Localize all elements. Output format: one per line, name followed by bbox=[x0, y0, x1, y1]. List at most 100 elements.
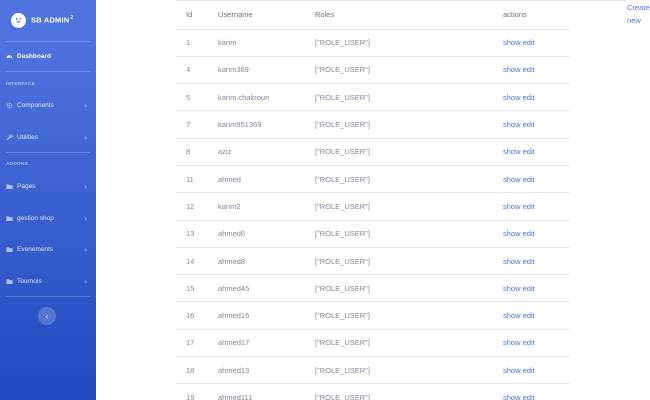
cell-actions: show edit bbox=[493, 110, 570, 139]
folder-icon bbox=[6, 215, 13, 222]
edit-link[interactable]: edit bbox=[523, 311, 535, 320]
cell-roles: ["ROLE_USER"] bbox=[305, 56, 493, 85]
cell-id: 8 bbox=[176, 138, 208, 166]
cell-username: ahmed8 bbox=[208, 247, 305, 276]
table-row: 4 karim369 ["ROLE_USER"] show edit bbox=[176, 56, 570, 85]
show-link[interactable]: show bbox=[503, 175, 521, 184]
sidebar-heading-addons: Addons bbox=[6, 162, 28, 167]
sidebar-item-pages[interactable]: Pages › bbox=[0, 179, 96, 193]
column-header-actions: actions bbox=[493, 0, 570, 30]
edit-link[interactable]: edit bbox=[523, 147, 535, 156]
chevron-right-icon: › bbox=[84, 276, 87, 286]
show-link[interactable]: show bbox=[503, 147, 521, 156]
chevron-right-icon: › bbox=[84, 244, 87, 254]
edit-link[interactable]: edit bbox=[523, 38, 535, 47]
sidebar-item-label: Components bbox=[17, 101, 54, 109]
edit-link[interactable]: edit bbox=[523, 366, 535, 375]
show-link[interactable]: show bbox=[503, 393, 521, 400]
chevron-right-icon: › bbox=[84, 213, 87, 223]
cell-roles: ["ROLE_USER"] bbox=[305, 247, 493, 276]
show-link[interactable]: show bbox=[503, 202, 521, 211]
chevron-right-icon: › bbox=[84, 100, 87, 110]
sidebar-brand[interactable]: SB ADMIN2 bbox=[0, 0, 96, 40]
cell-actions: show edit bbox=[493, 329, 570, 358]
sidebar-item-components[interactable]: Components › bbox=[0, 98, 96, 112]
sidebar-item-label: Dashboard bbox=[17, 52, 51, 60]
table-row: 5 karim.chakroun ["ROLE_USER"] show edit bbox=[176, 83, 570, 112]
edit-link[interactable]: edit bbox=[523, 338, 535, 347]
show-link[interactable]: show bbox=[503, 93, 521, 102]
cell-roles: ["ROLE_USER"] bbox=[305, 83, 493, 112]
edit-link[interactable]: edit bbox=[523, 175, 535, 184]
cell-roles: ["ROLE_USER"] bbox=[305, 356, 493, 385]
column-header-roles: Roles bbox=[305, 0, 493, 30]
show-link[interactable]: show bbox=[503, 284, 521, 293]
edit-link[interactable]: edit bbox=[523, 120, 535, 129]
cell-username: ahmed6 bbox=[208, 220, 305, 248]
edit-link[interactable]: edit bbox=[523, 202, 535, 211]
column-header-username: Username bbox=[208, 0, 305, 30]
cell-username: ahmed bbox=[208, 165, 305, 194]
chevron-left-icon: ‹ bbox=[45, 311, 49, 321]
cell-actions: show edit bbox=[493, 220, 570, 248]
edit-link[interactable]: edit bbox=[523, 229, 535, 238]
cell-username: karim951369 bbox=[208, 110, 305, 139]
cell-actions: show edit bbox=[493, 247, 570, 276]
show-link[interactable]: show bbox=[503, 366, 521, 375]
cell-username: karim2 bbox=[208, 192, 305, 221]
sidebar-item-evenements[interactable]: Evenements › bbox=[0, 242, 96, 256]
table-body: 1 karim ["ROLE_USER"] show edit 4 karim369 ["R… bbox=[176, 29, 570, 400]
cell-id: 16 bbox=[176, 301, 208, 330]
table-row: 14 ahmed8 ["ROLE_USER"] show edit bbox=[176, 247, 570, 276]
table-header-row: Id Username Roles actions bbox=[176, 0, 570, 30]
cell-username: ahmed13 bbox=[208, 356, 305, 385]
sidebar-item-utilities[interactable]: Utilities › bbox=[0, 130, 96, 144]
cell-actions: show edit bbox=[493, 29, 570, 57]
sidebar-item-tournois[interactable]: Tournois › bbox=[0, 274, 96, 288]
show-link[interactable]: show bbox=[503, 257, 521, 266]
create-new-link[interactable]: Create new bbox=[627, 2, 650, 27]
cog-icon bbox=[6, 102, 13, 109]
edit-link[interactable]: edit bbox=[523, 65, 535, 74]
cell-roles: ["ROLE_USER"] bbox=[305, 329, 493, 358]
sidebar-heading-interface: Interface bbox=[6, 82, 35, 87]
show-link[interactable]: show bbox=[503, 38, 521, 47]
cell-roles: ["ROLE_USER"] bbox=[305, 192, 493, 221]
table-row: 1 karim ["ROLE_USER"] show edit bbox=[176, 29, 570, 57]
table-row: 12 karim2 ["ROLE_USER"] show edit bbox=[176, 192, 570, 221]
show-link[interactable]: show bbox=[503, 311, 521, 320]
cell-username: karim369 bbox=[208, 56, 305, 85]
table-row: 18 ahmed13 ["ROLE_USER"] show edit bbox=[176, 356, 570, 385]
table-row: 16 ahmed16 ["ROLE_USER"] show edit bbox=[176, 301, 570, 330]
cell-id: 18 bbox=[176, 356, 208, 385]
edit-link[interactable]: edit bbox=[523, 257, 535, 266]
cell-username: karim bbox=[208, 29, 305, 57]
cell-actions: show edit bbox=[493, 165, 570, 194]
sidebar-toggle-button[interactable]: ‹ bbox=[38, 307, 56, 325]
cell-id: 4 bbox=[176, 56, 208, 85]
sidebar-divider bbox=[6, 71, 90, 72]
cell-actions: show edit bbox=[493, 301, 570, 330]
chevron-right-icon: › bbox=[84, 132, 87, 142]
show-link[interactable]: show bbox=[503, 229, 521, 238]
cell-actions: show edit bbox=[493, 356, 570, 385]
table-row: 19 ahmed111 ["ROLE_USER"] show edit bbox=[176, 383, 570, 400]
cell-roles: ["ROLE_USER"] bbox=[305, 301, 493, 330]
cell-id: 14 bbox=[176, 247, 208, 276]
cell-actions: show edit bbox=[493, 83, 570, 112]
edit-link[interactable]: edit bbox=[523, 284, 535, 293]
show-link[interactable]: show bbox=[503, 338, 521, 347]
sidebar-divider bbox=[6, 41, 90, 42]
table-row: 13 ahmed6 ["ROLE_USER"] show edit bbox=[176, 220, 570, 248]
edit-link[interactable]: edit bbox=[523, 93, 535, 102]
show-link[interactable]: show bbox=[503, 65, 521, 74]
sidebar-item-label: Utilities bbox=[17, 133, 38, 141]
edit-link[interactable]: edit bbox=[523, 393, 535, 400]
cell-username: ahmed45 bbox=[208, 274, 305, 303]
show-link[interactable]: show bbox=[503, 120, 521, 129]
cell-username: ahmed16 bbox=[208, 301, 305, 330]
sidebar-item-label: Tournois bbox=[17, 277, 42, 285]
cell-actions: show edit bbox=[493, 192, 570, 221]
sidebar-item-dashboard[interactable]: Dashboard bbox=[0, 49, 96, 63]
sidebar-item-gestion-shop[interactable]: gestion shop › bbox=[0, 211, 96, 225]
